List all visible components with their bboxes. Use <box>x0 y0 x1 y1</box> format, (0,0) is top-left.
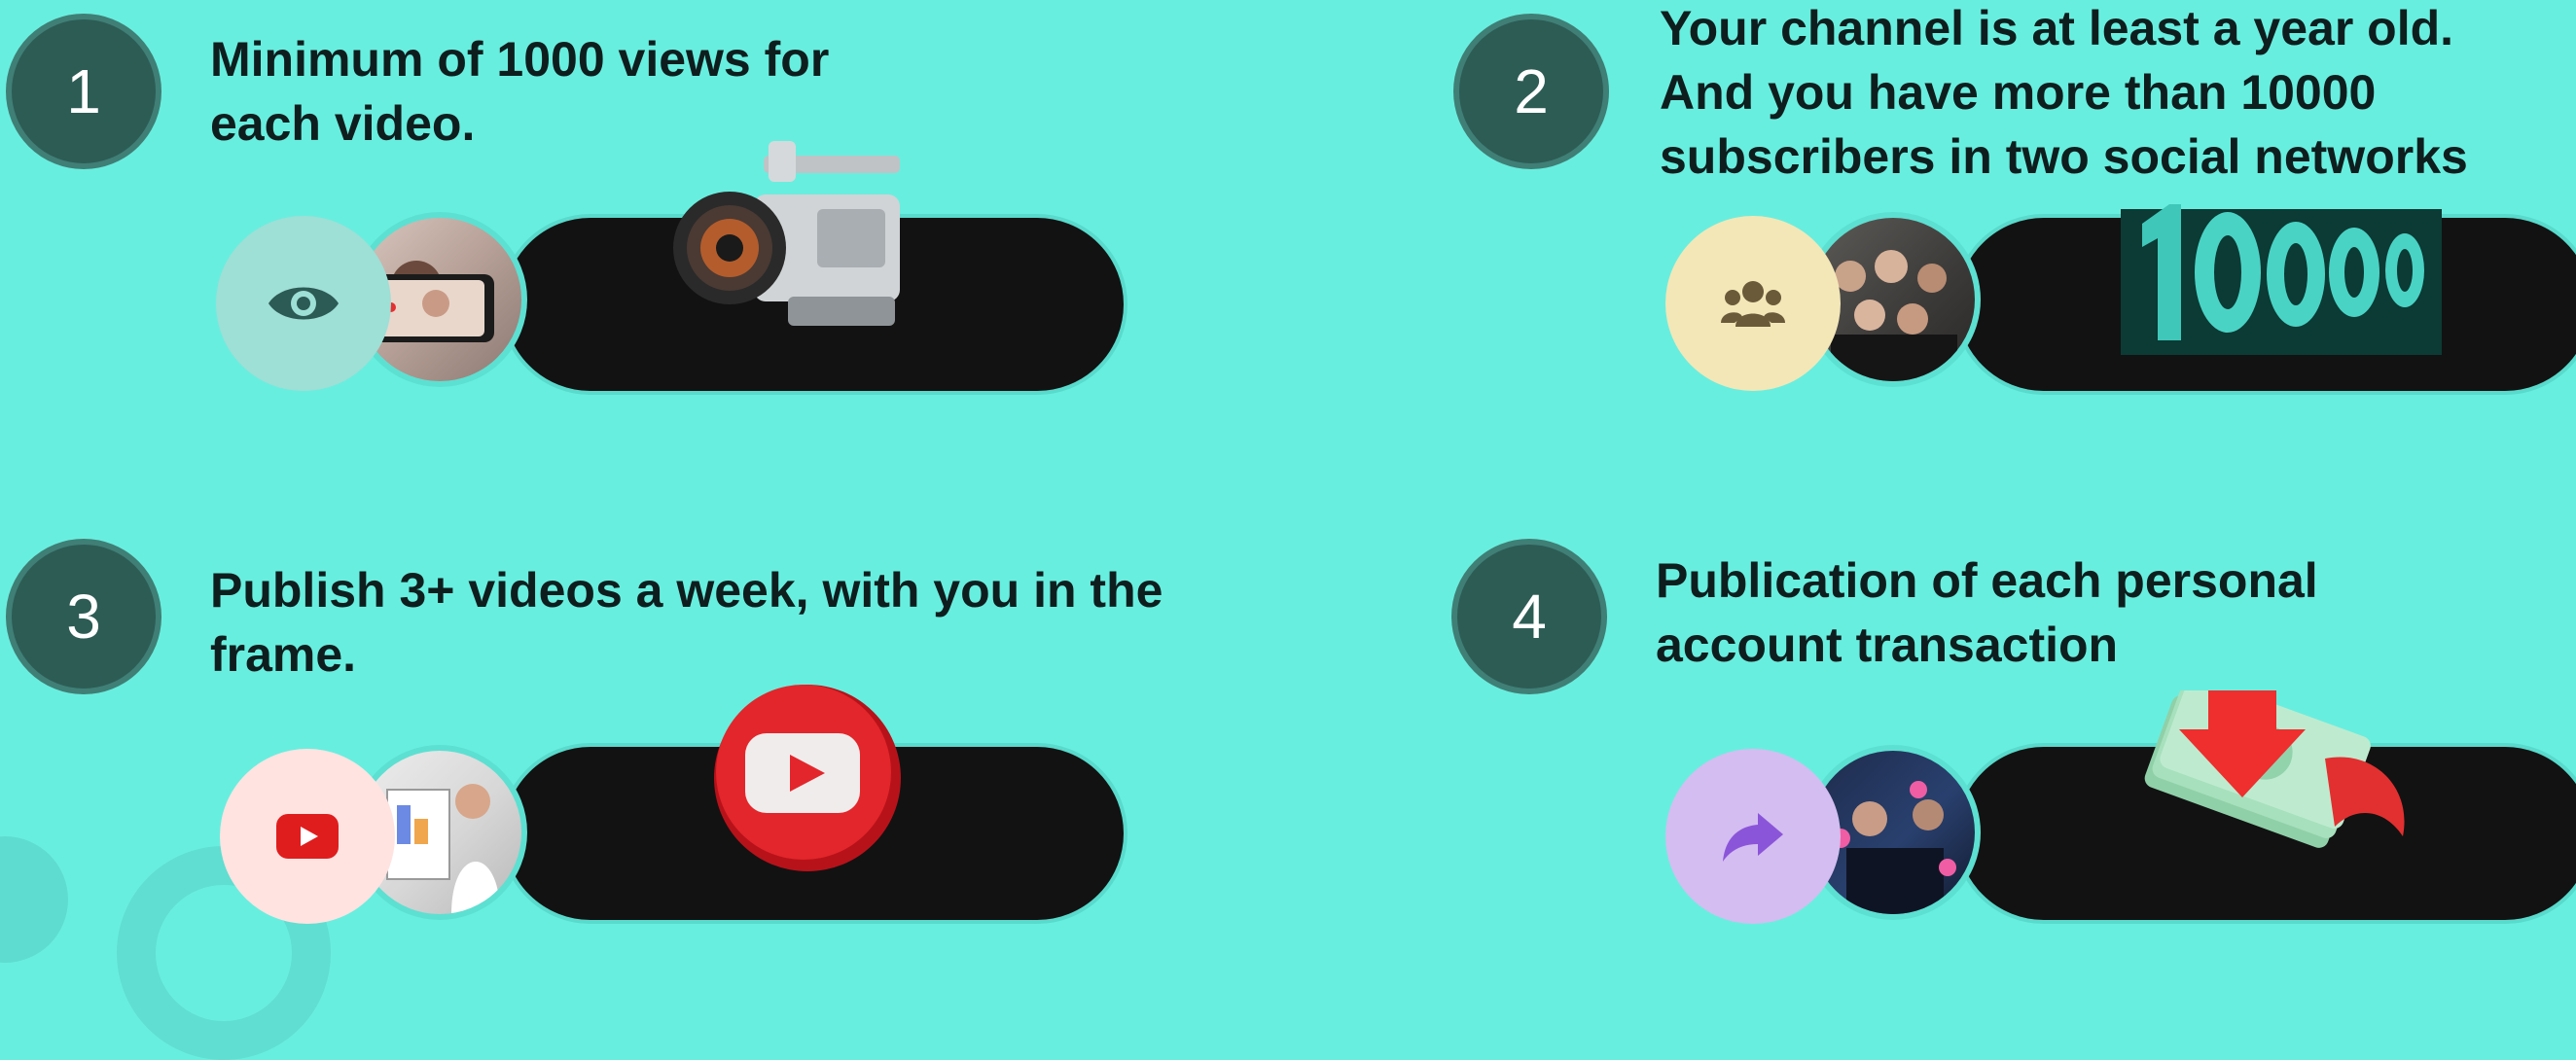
eye-icon <box>268 287 339 320</box>
youtube-3d-button-image <box>710 681 905 875</box>
money-stack-image <box>2121 676 2413 875</box>
requirement-title: Minimum of 1000 views for each video. <box>210 32 830 151</box>
step-number-badge: 4 <box>1451 539 1607 694</box>
users-icon <box>1721 281 1785 327</box>
step-number-badge: 3 <box>6 539 161 694</box>
requirement-card-1: 1 Minimum of 1000 views for each video. <box>0 0 1167 418</box>
requirement-card-4: 4 Publication of each personal account t… <box>1449 525 2576 924</box>
requirement-title: Publish 3+ videos a week, with you in th… <box>210 563 1163 682</box>
requirement-card-2: 2 Your channel is at least a year old. A… <box>1449 0 2576 418</box>
requirement-title: Publication of each personal account tra… <box>1656 553 2318 672</box>
video-camera-image <box>671 141 934 336</box>
youtube-icon-badge <box>220 749 395 924</box>
requirement-card-3: 3 Publish 3+ videos a week, with you in … <box>0 525 1167 924</box>
share-icon-badge <box>1665 749 1841 924</box>
users-icon-badge <box>1665 216 1841 391</box>
eye-icon-badge <box>216 216 391 391</box>
youtube-icon <box>276 814 339 859</box>
step-number-badge: 2 <box>1453 14 1609 169</box>
10000-3d-number-image <box>2121 165 2442 355</box>
share-arrow-icon <box>1723 813 1783 862</box>
requirement-title: Your channel is at least a year old. And… <box>1660 1 2468 184</box>
step-number-badge: 1 <box>6 14 161 169</box>
